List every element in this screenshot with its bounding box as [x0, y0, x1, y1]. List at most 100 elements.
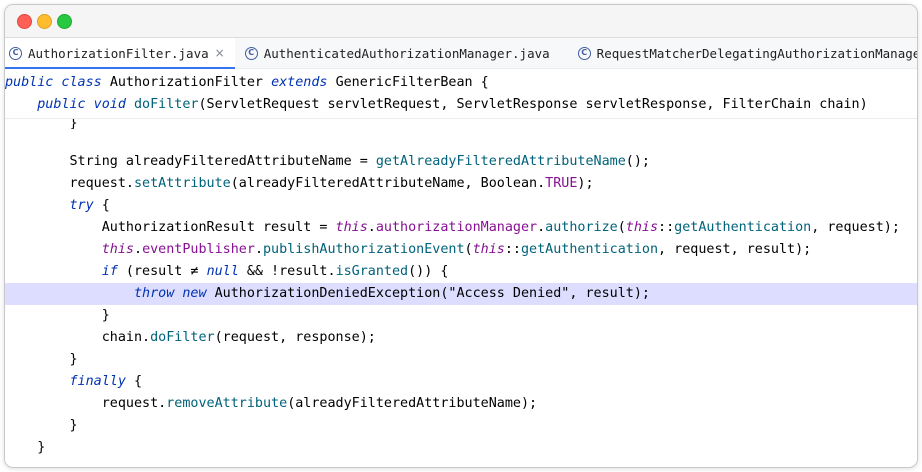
- code-line: }: [5, 349, 917, 371]
- code-token: {: [125, 374, 143, 389]
- code-token: authorizationManager: [375, 220, 538, 235]
- zoom-window-button[interactable]: [57, 14, 72, 29]
- code-token: AuthorizationResult result =: [5, 220, 336, 235]
- code-token: getAuthentication: [520, 242, 659, 257]
- code-token: (: [617, 220, 626, 235]
- code-token: ::: [658, 220, 675, 235]
- code-token: String alreadyFilteredAttributeName =: [5, 154, 376, 169]
- code-token: doFilter: [134, 97, 199, 112]
- code-token: setAttribute: [134, 176, 231, 191]
- code-token: ();: [625, 154, 650, 169]
- editor-tab[interactable]: C AuthenticatedAuthorizationManager.java: [241, 38, 560, 68]
- sticky-scroll-header: public class AuthorizationFilter extends…: [5, 69, 917, 119]
- code-token: }: [5, 119, 78, 129]
- code-token: (alreadyFilteredAttributeName);: [287, 396, 538, 411]
- code-line: try {: [5, 195, 917, 217]
- code-token: AuthorizationDeniedException("Access Den…: [206, 286, 650, 301]
- tab-label: AuthorizationFilter.java: [28, 45, 209, 61]
- highlighted-code-line: throw new AuthorizationDeniedException("…: [5, 283, 917, 305]
- code-line: String alreadyFilteredAttributeName = ge…: [5, 151, 917, 173]
- code-token: doFilter: [150, 330, 215, 345]
- tab-label: AuthenticatedAuthorizationManager.java: [263, 45, 550, 61]
- code-token: (alreadyFilteredAttributeName, Boolean.: [230, 176, 546, 191]
- code-token: ::: [504, 242, 521, 257]
- code-token: ()) {: [408, 264, 449, 279]
- java-class-icon: C: [9, 46, 22, 60]
- code-token: request.: [5, 176, 134, 191]
- editor-tab[interactable]: C RequestMatcherDelegatingAuthorizationMa…: [574, 38, 917, 68]
- code-token: public void: [37, 97, 134, 112]
- code-line: }: [5, 415, 917, 437]
- editor-tab[interactable]: C AuthorizationFilter.java ×: [5, 38, 235, 69]
- close-window-button[interactable]: [17, 14, 32, 29]
- code-line: if (result ≠ null && !result.isGranted()…: [5, 261, 917, 283]
- sticky-code-line[interactable]: public void doFilter(ServletRequest serv…: [5, 94, 917, 116]
- code-token: && !result.: [238, 264, 336, 279]
- code-token: getAuthentication: [674, 220, 812, 235]
- code-token: eventPublisher: [142, 242, 255, 257]
- code-line: request.removeAttribute(alreadyFilteredA…: [5, 393, 917, 415]
- code-token: authorize: [545, 220, 618, 235]
- code-token: (result ≠: [117, 264, 207, 279]
- code-token: finally: [69, 374, 126, 389]
- code-token: try: [69, 198, 94, 213]
- code-token: extends: [271, 75, 336, 90]
- code-token: isGranted: [335, 264, 409, 279]
- sticky-code-line[interactable]: public class AuthorizationFilter extends…: [5, 72, 917, 94]
- code-token: );: [577, 176, 594, 191]
- code-line: }: [5, 119, 917, 129]
- code-token: (ServletRequest servletRequest, ServletR…: [198, 97, 868, 112]
- code-token: this: [625, 220, 659, 235]
- code-token: TRUE: [545, 176, 578, 191]
- code-line: AuthorizationResult result = this.author…: [5, 217, 917, 239]
- code-token: (: [464, 242, 473, 257]
- code-token: getAlreadyFilteredAttributeName: [375, 154, 626, 169]
- code-token: throw new: [134, 286, 207, 301]
- code-token: , request, result);: [658, 242, 812, 257]
- code-token: chain.: [5, 330, 151, 345]
- java-class-icon: C: [577, 46, 591, 60]
- minimize-window-button[interactable]: [37, 14, 52, 29]
- code-line: chain.doFilter(request, response);: [5, 327, 917, 349]
- code-token: null: [206, 264, 239, 279]
- code-token: GenericFilterBean {: [335, 75, 489, 90]
- ide-window: C AuthorizationFilter.java × C Authenticated…: [5, 5, 917, 467]
- code-token: }: [5, 418, 78, 433]
- code-token: publishAuthorizationEvent: [263, 242, 465, 257]
- java-class-icon: C: [244, 46, 258, 60]
- code-token: (request, response);: [214, 330, 376, 345]
- editor-tab-bar: C AuthorizationFilter.java × C Authenticated…: [5, 38, 917, 69]
- tab-label: RequestMatcherDelegatingAuthorizationMan…: [596, 45, 917, 61]
- code-token: this: [335, 220, 368, 235]
- code-token: }: [5, 308, 110, 323]
- code-token: AuthorizationFilter: [109, 75, 272, 90]
- code-token: .: [537, 220, 546, 235]
- code-token: }: [5, 352, 78, 367]
- code-token: this: [101, 242, 134, 257]
- code-token: }: [5, 440, 46, 455]
- code-line: finally {: [5, 371, 917, 393]
- code-token: {: [93, 198, 110, 213]
- close-icon[interactable]: ×: [215, 46, 225, 60]
- code-line: }: [5, 437, 917, 459]
- code-token: this: [472, 242, 505, 257]
- code-line: this.eventPublisher.publishAuthorization…: [5, 239, 917, 261]
- code-token: .: [254, 242, 263, 257]
- code-line: }: [5, 305, 917, 327]
- code-editor[interactable]: } String alreadyFilteredAttributeName = …: [5, 119, 917, 459]
- code-token: request.: [5, 396, 167, 411]
- code-token: .: [367, 220, 376, 235]
- code-token: public class: [5, 75, 110, 90]
- code-token: .: [134, 242, 143, 257]
- code-token: removeAttribute: [166, 396, 288, 411]
- code-token: if: [101, 264, 118, 279]
- code-line: request.setAttribute(alreadyFilteredAttr…: [5, 173, 917, 195]
- code-token: , request);: [811, 220, 900, 235]
